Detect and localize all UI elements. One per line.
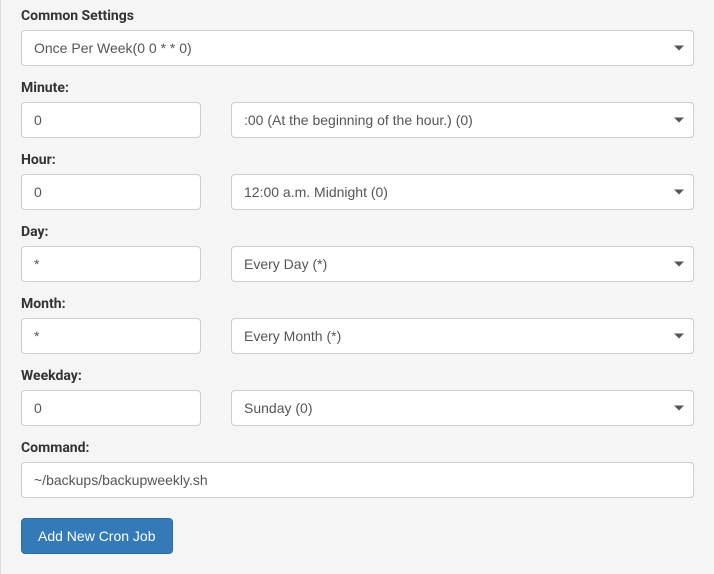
common-settings-group: Common Settings Once Per Week(0 0 * * 0) — [21, 8, 694, 66]
add-cron-job-button[interactable]: Add New Cron Job — [21, 518, 173, 554]
common-settings-select-wrapper: Once Per Week(0 0 * * 0) — [21, 30, 694, 66]
minute-row: :00 (At the beginning of the hour.) (0) — [21, 102, 694, 138]
hour-row: 12:00 a.m. Midnight (0) — [21, 174, 694, 210]
hour-input[interactable] — [21, 174, 201, 210]
day-group: Day: Every Day (*) — [21, 224, 694, 282]
hour-select-wrapper: 12:00 a.m. Midnight (0) — [231, 174, 694, 210]
day-input[interactable] — [21, 246, 201, 282]
weekday-select[interactable]: Sunday (0) — [231, 390, 694, 426]
command-group: Command: — [21, 440, 694, 498]
command-input[interactable] — [21, 462, 694, 498]
weekday-row: Sunday (0) — [21, 390, 694, 426]
day-select-wrapper: Every Day (*) — [231, 246, 694, 282]
weekday-group: Weekday: Sunday (0) — [21, 368, 694, 426]
day-row: Every Day (*) — [21, 246, 694, 282]
minute-label: Minute: — [21, 80, 694, 96]
day-label: Day: — [21, 224, 694, 240]
weekday-input[interactable] — [21, 390, 201, 426]
month-select-wrapper: Every Month (*) — [231, 318, 694, 354]
command-label: Command: — [21, 440, 694, 456]
weekday-select-wrapper: Sunday (0) — [231, 390, 694, 426]
common-settings-label: Common Settings — [21, 8, 694, 24]
hour-group: Hour: 12:00 a.m. Midnight (0) — [21, 152, 694, 210]
month-row: Every Month (*) — [21, 318, 694, 354]
month-label: Month: — [21, 296, 694, 312]
month-group: Month: Every Month (*) — [21, 296, 694, 354]
day-select[interactable]: Every Day (*) — [231, 246, 694, 282]
cron-form-container: Common Settings Once Per Week(0 0 * * 0)… — [0, 0, 714, 574]
month-input[interactable] — [21, 318, 201, 354]
minute-select[interactable]: :00 (At the beginning of the hour.) (0) — [231, 102, 694, 138]
minute-group: Minute: :00 (At the beginning of the hou… — [21, 80, 694, 138]
minute-input[interactable] — [21, 102, 201, 138]
month-select[interactable]: Every Month (*) — [231, 318, 694, 354]
hour-select[interactable]: 12:00 a.m. Midnight (0) — [231, 174, 694, 210]
common-settings-select[interactable]: Once Per Week(0 0 * * 0) — [21, 30, 694, 66]
minute-select-wrapper: :00 (At the beginning of the hour.) (0) — [231, 102, 694, 138]
weekday-label: Weekday: — [21, 368, 694, 384]
hour-label: Hour: — [21, 152, 694, 168]
